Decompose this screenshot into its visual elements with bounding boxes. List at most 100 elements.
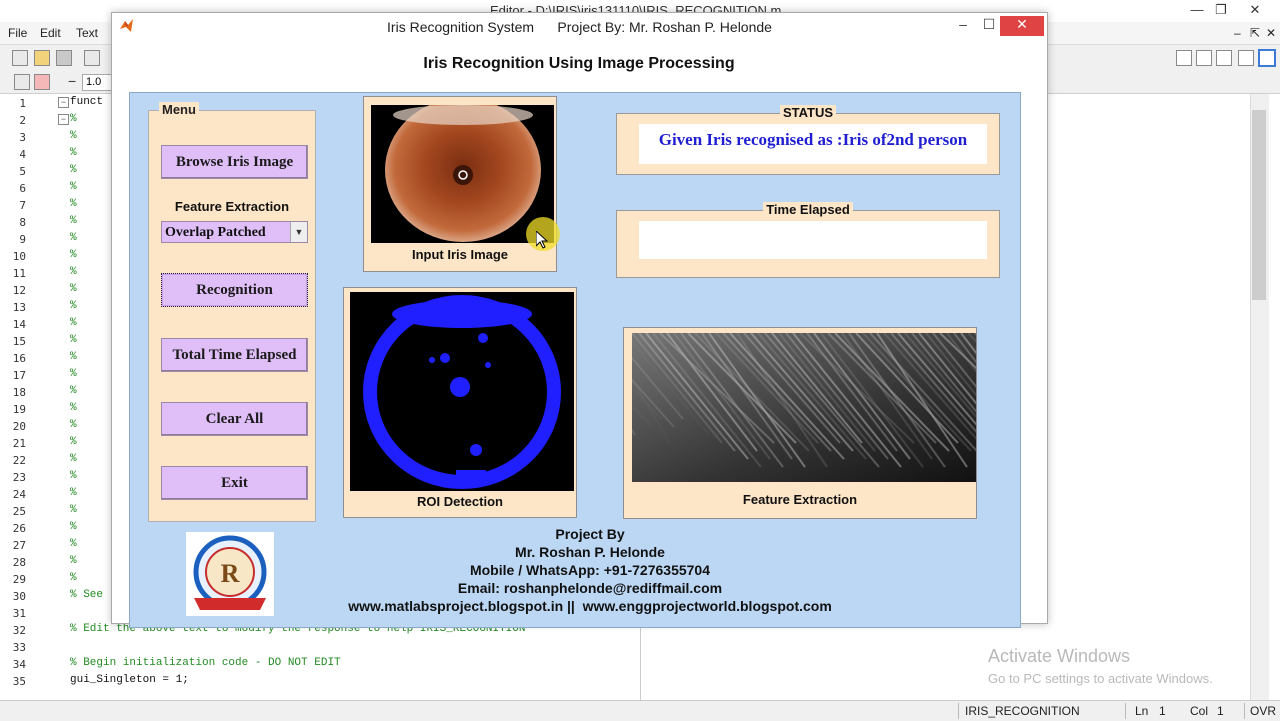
status-file: IRIS_RECOGNITION bbox=[965, 704, 1080, 718]
code-line[interactable]: % bbox=[70, 453, 77, 465]
code-line[interactable]: % bbox=[70, 555, 77, 567]
line-number: 11 bbox=[12, 267, 26, 280]
line-number: 22 bbox=[12, 454, 26, 467]
code-line[interactable]: % bbox=[70, 538, 77, 550]
minimize-icon[interactable]: — bbox=[1184, 2, 1210, 17]
code-line[interactable]: % bbox=[70, 419, 77, 431]
feature-extraction-label: Feature Extraction bbox=[174, 199, 290, 214]
status-output: Given Iris recognised as :Iris of2nd per… bbox=[639, 124, 987, 164]
line-number: 20 bbox=[12, 420, 26, 433]
tile-columns-icon[interactable] bbox=[1196, 50, 1212, 66]
line-number: 14 bbox=[12, 318, 26, 331]
line-number: 21 bbox=[12, 437, 26, 450]
restore-icon[interactable]: ❐ bbox=[1208, 2, 1234, 18]
feature-extraction-caption: Feature Extraction bbox=[742, 492, 858, 507]
dock-undock-icon[interactable]: ⇱ bbox=[1250, 26, 1260, 40]
line-number: 30 bbox=[12, 590, 26, 603]
credits-line: Mr. Roshan P. Helonde bbox=[515, 544, 665, 560]
cell-remove-icon[interactable] bbox=[34, 74, 50, 90]
code-line[interactable]: % bbox=[70, 402, 77, 414]
roi-detection-panel: ROI Detection bbox=[343, 287, 577, 518]
feature-method-value: Overlap Patched bbox=[165, 225, 266, 240]
status-mode: OVR bbox=[1250, 704, 1277, 718]
line-number: 33 bbox=[12, 641, 26, 654]
line-number: 19 bbox=[12, 403, 26, 416]
line-number: 4 bbox=[19, 148, 26, 161]
fold-toggle-icon[interactable]: − bbox=[58, 97, 69, 108]
menu-text[interactable]: Text bbox=[76, 26, 98, 40]
gui-close-icon[interactable]: ✕ bbox=[1000, 16, 1044, 36]
code-line[interactable]: % bbox=[70, 385, 77, 397]
tile-rows-icon[interactable] bbox=[1216, 50, 1232, 66]
browse-iris-button[interactable]: Browse Iris Image bbox=[161, 145, 308, 179]
dock-close-icon[interactable]: ✕ bbox=[1266, 26, 1276, 40]
exit-button[interactable]: Exit bbox=[161, 466, 308, 500]
code-line[interactable]: % bbox=[70, 249, 77, 261]
code-line[interactable]: % bbox=[70, 130, 77, 142]
code-line[interactable]: % bbox=[70, 147, 77, 159]
line-number: 8 bbox=[19, 216, 26, 229]
line-number: 35 bbox=[12, 675, 26, 688]
menu-edit[interactable]: Edit bbox=[40, 26, 61, 40]
code-line[interactable]: gui_Singleton = 1; bbox=[70, 674, 189, 686]
dock-minimize-icon[interactable]: – bbox=[1234, 26, 1241, 40]
code-line[interactable]: % See bbox=[70, 589, 103, 601]
code-line[interactable]: % bbox=[70, 334, 77, 346]
save-icon[interactable] bbox=[56, 50, 72, 66]
code-line[interactable]: % bbox=[70, 164, 77, 176]
time-elapsed-box: Time Elapsed bbox=[616, 202, 1000, 278]
code-line[interactable]: % bbox=[70, 232, 77, 244]
code-line[interactable]: % bbox=[70, 317, 77, 329]
line-number: 28 bbox=[12, 556, 26, 569]
feature-extraction-panel: Feature Extraction bbox=[623, 327, 977, 519]
line-number: 17 bbox=[12, 369, 26, 382]
line-number: 5 bbox=[19, 165, 26, 178]
fold-toggle-icon[interactable]: − bbox=[58, 114, 69, 125]
status-title: STATUS bbox=[779, 105, 837, 120]
clear-all-button[interactable]: Clear All bbox=[161, 402, 308, 436]
chevron-down-icon[interactable]: ▼ bbox=[290, 222, 307, 242]
code-line[interactable]: % bbox=[70, 181, 77, 193]
scrollbar-thumb[interactable] bbox=[1252, 110, 1266, 300]
line-number: 26 bbox=[12, 522, 26, 535]
line-number: 34 bbox=[12, 658, 26, 671]
line-number: 13 bbox=[12, 301, 26, 314]
code-line[interactable]: % bbox=[70, 351, 77, 363]
zoom-minus-icon[interactable]: − bbox=[68, 73, 76, 89]
code-line[interactable]: % Begin initialization code - DO NOT EDI… bbox=[70, 657, 341, 669]
code-line[interactable]: % bbox=[70, 283, 77, 295]
code-line[interactable]: % bbox=[70, 215, 77, 227]
line-number: 25 bbox=[12, 505, 26, 518]
code-line[interactable]: % bbox=[70, 470, 77, 482]
code-line[interactable]: % bbox=[70, 487, 77, 499]
close-icon[interactable]: ✕ bbox=[1242, 2, 1268, 18]
code-line[interactable]: % bbox=[70, 572, 77, 584]
gui-maximize-icon[interactable]: ☐ bbox=[976, 16, 1002, 36]
menu-group: Menu Browse Iris Image Feature Extractio… bbox=[148, 102, 316, 522]
cell-insert-icon[interactable] bbox=[14, 74, 30, 90]
float-window-icon[interactable] bbox=[1238, 50, 1254, 66]
total-time-button[interactable]: Total Time Elapsed bbox=[161, 338, 308, 372]
menu-file[interactable]: File bbox=[8, 26, 27, 40]
feature-method-select[interactable]: Overlap Patched ▼ bbox=[161, 221, 308, 243]
maximize-doc-icon[interactable] bbox=[1258, 49, 1276, 67]
cut-icon[interactable] bbox=[84, 50, 100, 66]
code-line[interactable]: % bbox=[70, 198, 77, 210]
code-line[interactable]: funct bbox=[70, 96, 103, 108]
code-line[interactable]: % bbox=[70, 368, 77, 380]
code-line[interactable]: % bbox=[70, 300, 77, 312]
tile-grid-icon[interactable] bbox=[1176, 50, 1192, 66]
status-bar: IRIS_RECOGNITION Ln 1 Col 1 OVR bbox=[0, 700, 1280, 721]
line-number: 15 bbox=[12, 335, 26, 348]
status-ln: 1 bbox=[1159, 704, 1166, 718]
code-line[interactable]: % bbox=[70, 436, 77, 448]
gui-minimize-icon[interactable]: – bbox=[950, 16, 976, 36]
open-folder-icon[interactable] bbox=[34, 50, 50, 66]
code-line[interactable]: % bbox=[70, 504, 77, 516]
credits-line: www.matlabsproject.blogspot.in || www.en… bbox=[348, 598, 832, 614]
code-line[interactable]: % bbox=[70, 113, 77, 125]
code-line[interactable]: % bbox=[70, 521, 77, 533]
new-file-icon[interactable] bbox=[12, 50, 28, 66]
code-line[interactable]: % bbox=[70, 266, 77, 278]
recognition-button[interactable]: Recognition bbox=[161, 273, 308, 307]
